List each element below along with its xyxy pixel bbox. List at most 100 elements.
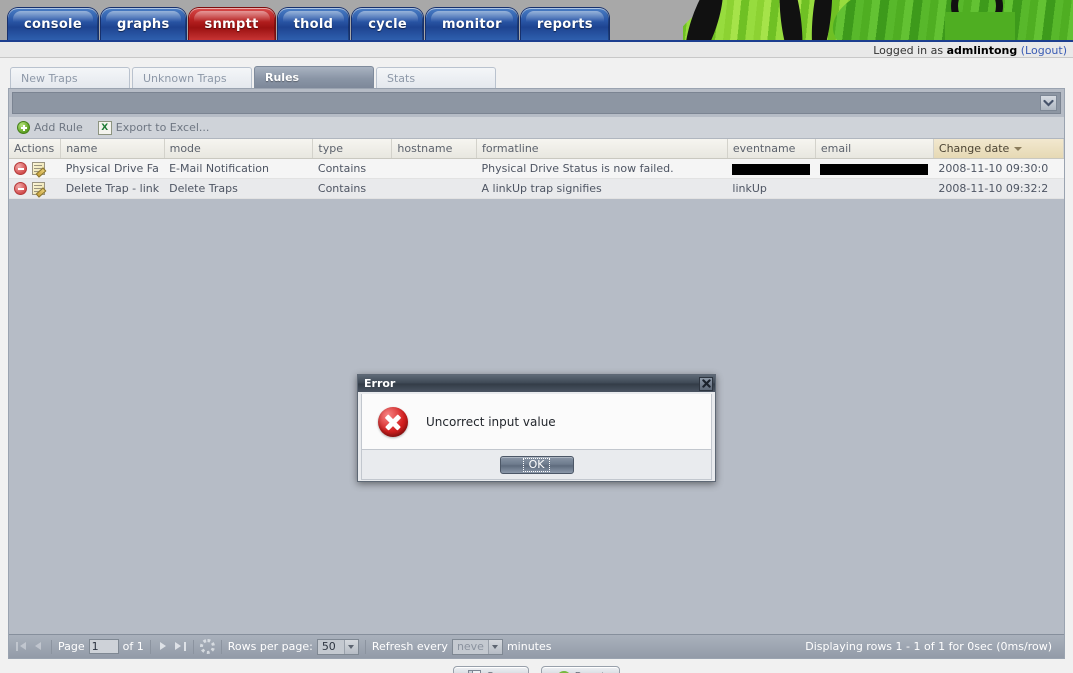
- main-tab-reports[interactable]: reports: [520, 8, 609, 40]
- cell-change-date: 2008-11-10 09:32:2: [933, 178, 1064, 199]
- column-header-email[interactable]: email: [815, 139, 934, 159]
- table-row[interactable]: Physical Drive Fa E-Mail Notification Co…: [9, 158, 1064, 179]
- error-dialog-ok-button[interactable]: OK: [499, 455, 574, 474]
- delete-rule-icon[interactable]: [14, 182, 27, 195]
- column-header-actions[interactable]: Actions: [9, 139, 62, 159]
- page-content: New Traps Unknown Traps Rules Stats Add …: [0, 58, 1073, 673]
- form-button-row: Save Reset: [8, 659, 1065, 673]
- minutes-label: minutes: [506, 640, 552, 653]
- cell-eventname: [727, 158, 816, 179]
- reset-label: Reset: [575, 670, 606, 673]
- column-header-type[interactable]: type: [312, 139, 393, 159]
- sub-tab-stats[interactable]: Stats: [376, 67, 496, 88]
- error-dialog-titlebar[interactable]: Error: [358, 375, 715, 392]
- main-tab-thold[interactable]: thold: [277, 8, 350, 40]
- chevron-down-icon: [487, 639, 502, 654]
- table-header-row: Actions name mode type hostname formatli…: [9, 139, 1065, 159]
- main-tab-graphs[interactable]: graphs: [100, 8, 186, 40]
- column-label: name: [66, 142, 98, 155]
- filter-bar: [12, 92, 1061, 114]
- delete-rule-icon[interactable]: [14, 162, 27, 175]
- pager-status-text: Displaying rows 1 - 1 of 1 for 0sec (0ms…: [805, 640, 1052, 653]
- floppy-disk-icon: [467, 669, 481, 673]
- error-dialog[interactable]: Error Uncorrect input value OK: [357, 374, 716, 482]
- cell-eventname: linkUp: [727, 178, 816, 199]
- plus-circle-icon: [17, 121, 30, 134]
- column-label: formatline: [482, 142, 539, 155]
- column-header-formatline[interactable]: formatline: [476, 139, 728, 159]
- cell-mode: Delete Traps: [164, 178, 313, 199]
- pager-bar: Page of 1 Rows per page: 50 Refre: [9, 634, 1064, 658]
- sub-tab-label: Rules: [265, 71, 300, 84]
- column-label: eventname: [732, 142, 796, 155]
- main-tab-bar: console graphs snmptt thold cycle monito…: [8, 8, 612, 40]
- save-button[interactable]: Save: [452, 665, 529, 673]
- next-page-button[interactable]: [157, 640, 170, 653]
- column-header-mode[interactable]: mode: [164, 139, 314, 159]
- excel-icon: X: [97, 120, 112, 135]
- previous-page-button[interactable]: [32, 640, 45, 653]
- cell-name: Delete Trap - link: [60, 178, 165, 199]
- logged-in-username: admlintong: [946, 44, 1018, 57]
- edit-rule-icon[interactable]: [32, 182, 45, 195]
- cell-formatline: Physical Drive Status is now failed.: [476, 158, 728, 179]
- sub-tab-new-traps[interactable]: New Traps: [10, 67, 130, 88]
- refresh-icon[interactable]: [199, 639, 215, 654]
- sub-tab-unknown-traps[interactable]: Unknown Traps: [132, 67, 252, 88]
- cell-type: Contains: [312, 178, 392, 199]
- column-header-eventname[interactable]: eventname: [727, 139, 816, 159]
- error-dialog-footer: OK: [361, 450, 712, 480]
- export-to-excel-button[interactable]: X Export to Excel...: [97, 120, 209, 135]
- column-label: Change date: [938, 142, 1010, 155]
- add-rule-button[interactable]: Add Rule: [17, 121, 83, 134]
- error-dialog-message: Uncorrect input value: [426, 414, 556, 429]
- error-dialog-title: Error: [364, 377, 396, 390]
- main-tab-label: reports: [536, 16, 593, 32]
- cell-email: [815, 178, 934, 199]
- ok-label: OK: [522, 457, 551, 472]
- logout-link[interactable]: (Logout): [1021, 44, 1067, 57]
- sub-tab-label: Stats: [387, 71, 416, 85]
- cell-change-date: 2008-11-10 09:30:0: [933, 158, 1064, 179]
- rules-table-wrap: Actions name mode type hostname formatli…: [9, 139, 1065, 199]
- cell-hostname: [391, 158, 477, 179]
- refresh-interval-select[interactable]: neve: [451, 638, 503, 655]
- cell-mode: E-Mail Notification: [164, 158, 313, 179]
- login-prefix-label: Logged in as: [873, 44, 944, 57]
- close-icon[interactable]: [699, 376, 713, 391]
- main-tab-label: monitor: [441, 16, 502, 32]
- column-label: type: [318, 142, 343, 155]
- column-label: Actions: [14, 142, 55, 155]
- column-header-hostname[interactable]: hostname: [391, 139, 477, 159]
- row-actions-cell: [9, 178, 61, 199]
- edit-rule-icon[interactable]: [32, 162, 45, 175]
- cell-type: Contains: [312, 158, 392, 179]
- rows-per-page-label: Rows per page:: [227, 640, 313, 653]
- main-tab-console[interactable]: console: [8, 8, 98, 40]
- page-number-input[interactable]: [88, 639, 119, 654]
- main-tab-monitor[interactable]: monitor: [425, 8, 518, 40]
- error-dialog-body: Uncorrect input value: [361, 394, 712, 450]
- cell-formatline: A linkUp trap signifies: [476, 178, 728, 199]
- column-header-change-date[interactable]: Change date: [933, 139, 1065, 159]
- last-page-button[interactable]: [174, 640, 187, 653]
- sort-descending-icon: [1014, 147, 1023, 151]
- column-header-name[interactable]: name: [60, 139, 165, 159]
- save-label: Save: [487, 670, 514, 673]
- rows-per-page-select[interactable]: 50: [316, 638, 359, 655]
- main-tab-label: cycle: [368, 16, 407, 32]
- chevron-down-icon[interactable]: [1040, 95, 1057, 111]
- column-label: hostname: [397, 142, 453, 155]
- reset-button[interactable]: Reset: [540, 665, 621, 673]
- page-total-label: of 1: [122, 640, 144, 653]
- main-tab-label: console: [24, 16, 82, 32]
- main-tab-label: snmptt: [204, 16, 259, 32]
- action-bar: Add Rule X Export to Excel...: [9, 117, 1064, 139]
- rules-table: Actions name mode type hostname formatli…: [9, 139, 1065, 199]
- main-tab-cycle[interactable]: cycle: [352, 8, 423, 40]
- sub-tab-rules[interactable]: Rules: [254, 66, 374, 88]
- sub-tab-label: Unknown Traps: [143, 71, 227, 85]
- main-tab-snmptt[interactable]: snmptt: [188, 8, 275, 40]
- table-row[interactable]: Delete Trap - link Delete Traps Contains…: [9, 178, 1064, 199]
- first-page-button[interactable]: [15, 640, 28, 653]
